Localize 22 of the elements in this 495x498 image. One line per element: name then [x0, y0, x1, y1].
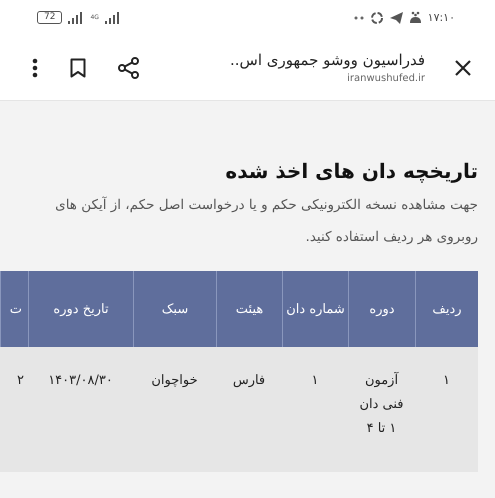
- table-cell-text: ۱۴۰۳/۰۸/۳۰: [47, 372, 114, 390]
- telegram-icon: [390, 12, 403, 24]
- table-cell-text: خواچوان: [150, 372, 199, 390]
- page-url: iranwushufed.ir: [346, 73, 425, 84]
- table-cell-text: ۱: [310, 372, 320, 390]
- clock: ۱۷:۱۰: [428, 11, 455, 24]
- description: جهت مشاهده نسخه الکترونیکی حکم و یا درخواست اصل حکم، از آیکن های روبروی هر ردیف استفاده کنید.: [54, 196, 478, 247]
- table-cell-text: ۱: [442, 372, 451, 390]
- signal-icon: [104, 12, 121, 24]
- menu-icon[interactable]: [32, 58, 38, 78]
- bookmark-icon[interactable]: [70, 58, 86, 78]
- battery-indicator: 72: [37, 11, 62, 24]
- heading: تاریخچه دان های اخذ شده: [224, 159, 478, 183]
- page-title: فدراسیون ووشو جمهوری اس..: [228, 51, 425, 69]
- sync-icon: [370, 10, 384, 24]
- share-icon[interactable]: [118, 56, 140, 78]
- close-icon[interactable]: [455, 60, 471, 76]
- dots-icon: [354, 16, 364, 20]
- table-cell-text: آزمون فنی دان ۱ تا ۴: [358, 371, 405, 438]
- signal-icon: [68, 12, 84, 24]
- table-cell-text: ۲: [16, 372, 25, 390]
- table-cell-text: فارس: [232, 372, 266, 390]
